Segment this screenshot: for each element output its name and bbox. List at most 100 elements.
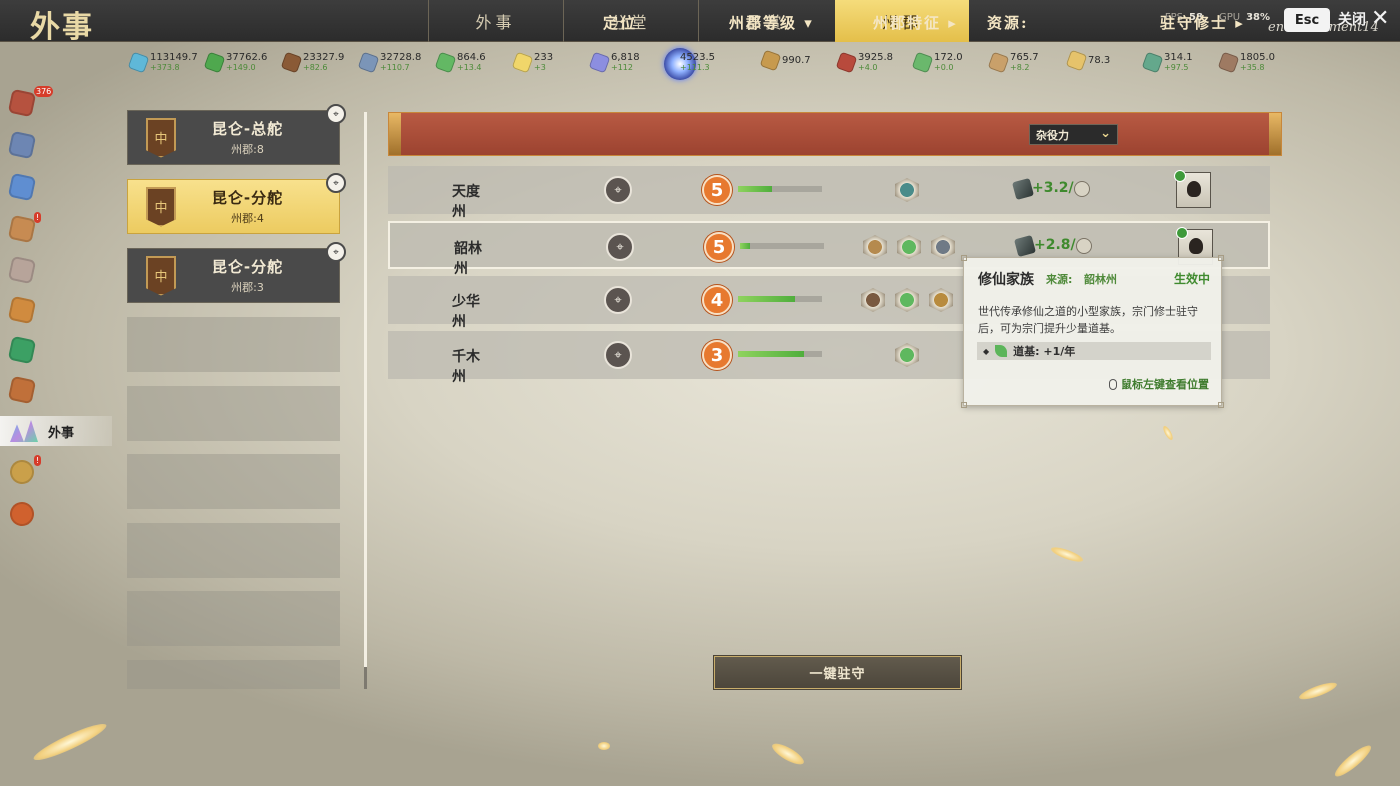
feature-icon[interactable] <box>897 235 921 259</box>
resource-item: 4523.5 +111.3 <box>680 52 715 72</box>
level-badge: 5 <box>704 232 734 262</box>
level-progress-bar <box>738 351 822 357</box>
sect-banner-icon: 中 <box>146 186 176 227</box>
resource-value: 32728.8 <box>380 52 422 63</box>
one-click-garrison-button[interactable]: 一键驻守 <box>713 655 962 690</box>
empty-branch-slot <box>127 317 340 372</box>
list-scrollbar[interactable] <box>364 112 367 667</box>
header-level[interactable]: 州郡等级 ▾ <box>729 12 814 33</box>
location-pin-icon[interactable]: ⌖ <box>326 173 346 193</box>
diamond-icon: ◆ <box>983 346 990 356</box>
resource-increment: +4.0 <box>858 63 878 72</box>
crystal-icon <box>1141 51 1164 73</box>
branch-name: 昆仑-分舵 <box>211 189 284 207</box>
sidebar-item[interactable] <box>0 253 48 287</box>
sidebar-item[interactable]: ! <box>0 455 48 489</box>
feature-icon[interactable] <box>863 235 887 259</box>
sidebar-item[interactable] <box>0 333 48 367</box>
resource-item: 172.0 +0.0 <box>911 51 963 73</box>
branch-name: 昆仑-分舵 <box>211 258 284 276</box>
locate-button[interactable]: ⌖ <box>604 341 632 369</box>
petal-decoration <box>769 739 807 769</box>
feature-icon[interactable] <box>895 178 919 202</box>
ore-icon <box>357 51 380 73</box>
meditation-icon <box>7 295 37 325</box>
sidebar-item[interactable] <box>0 497 48 531</box>
feature-icon[interactable] <box>931 235 955 259</box>
feature-icon[interactable] <box>861 288 885 312</box>
resource-item: 1805.0 +35.8 <box>1217 51 1275 73</box>
header-guard-label: 驻守修士 <box>1160 14 1229 32</box>
resource-increment: +149.0 <box>226 63 256 72</box>
guard-status-icon <box>1176 227 1188 239</box>
chevron-down-icon: ⌄ <box>1100 126 1111 141</box>
bell-icon <box>1065 49 1088 72</box>
sidebar-item[interactable]: 376 <box>0 86 54 120</box>
branch-card-main[interactable]: 中 昆仑-总舵 州郡:8 ⌖ <box>127 104 346 165</box>
arrow-right-icon: ▸ <box>948 14 958 32</box>
sidebar-item[interactable] <box>0 293 48 327</box>
level-progress-fill <box>738 296 796 302</box>
sidebar-item[interactable] <box>0 170 48 204</box>
spirit-stone-icon <box>127 51 150 73</box>
production-rate: +2.8/ <box>1034 237 1076 253</box>
petal-decoration <box>30 718 110 766</box>
header-feature[interactable]: 州郡特征 ▸ <box>873 12 958 33</box>
sect-banner-icon: 中 <box>146 117 176 158</box>
sidebar-item[interactable] <box>0 373 48 407</box>
notification-badge: ! <box>34 455 42 466</box>
resource-value: 4523.5 <box>680 52 715 63</box>
prefecture-name: 韶林州 <box>454 241 482 277</box>
empty-branch-slot <box>127 660 340 689</box>
wood-icon <box>280 51 303 73</box>
sidebar-item[interactable]: ! <box>0 212 48 246</box>
resource-item: 765.7 +8.2 <box>987 51 1039 73</box>
resource-select[interactable]: 杂役力 ⌄ <box>1029 124 1118 145</box>
level-progress-fill <box>738 186 772 192</box>
locate-button[interactable]: ⌖ <box>604 286 632 314</box>
branch-card-sub-1[interactable]: 中 昆仑-分舵 州郡:4 ⌖ <box>127 173 346 234</box>
empty-branch-slot <box>127 523 340 578</box>
furnace-icon <box>7 499 37 529</box>
pearl-icon <box>588 51 611 73</box>
resource-increment: +373.8 <box>150 63 180 72</box>
resource-value: 78.3 <box>1088 55 1111 66</box>
petal-decoration <box>1331 741 1375 781</box>
resource-item: 864.6 +13.4 <box>434 51 486 73</box>
branch-count: 州郡:4 <box>231 212 264 225</box>
labor-ore-icon <box>1011 177 1035 201</box>
guard-portrait[interactable] <box>1174 170 1211 208</box>
sort-icon: ▾ <box>804 14 814 32</box>
resource-item: 990.7 <box>759 49 811 72</box>
prefecture-row[interactable]: 天度州 ⌖ 5 +3.2/ <box>388 166 1270 220</box>
scroll-icon <box>7 214 37 244</box>
esc-key[interactable]: Esc <box>1284 8 1330 32</box>
branch-name: 昆仑-总舵 <box>211 120 284 138</box>
close-label[interactable]: 关闭 <box>1338 9 1366 29</box>
feature-icon[interactable] <box>895 343 919 367</box>
feature-icon[interactable] <box>929 288 953 312</box>
resource-value: 233 <box>534 52 554 63</box>
resource-increment: +8.2 <box>1010 63 1030 72</box>
petal-decoration <box>1049 544 1085 565</box>
scroll-icon <box>759 49 782 72</box>
sidebar-item-external[interactable]: 外事 <box>0 416 112 446</box>
banner-icon <box>835 51 858 73</box>
resource-item: 233 +3 <box>511 51 554 73</box>
resource-item: 23327.9 +82.6 <box>280 51 344 73</box>
level-progress-fill <box>740 243 751 249</box>
location-pin-icon[interactable]: ⌖ <box>326 104 346 124</box>
locate-button[interactable]: ⌖ <box>604 176 632 204</box>
branch-card-sub-2[interactable]: 中 昆仑-分舵 州郡:3 ⌖ <box>127 242 346 303</box>
close-icon[interactable]: ✕ <box>1371 6 1389 31</box>
resource-value: 1805.0 <box>1240 52 1275 63</box>
locate-button[interactable]: ⌖ <box>606 233 634 261</box>
level-progress-bar <box>738 186 822 192</box>
branch-count: 州郡:8 <box>231 143 264 156</box>
location-pin-icon[interactable]: ⌖ <box>326 242 346 262</box>
resource-increment: +35.8 <box>1240 63 1265 72</box>
header-guard[interactable]: 驻守修士 ▸ <box>1160 12 1245 33</box>
sidebar-item[interactable] <box>0 128 48 162</box>
feature-icon[interactable] <box>895 288 919 312</box>
tab-external[interactable]: 外事 <box>428 0 562 42</box>
